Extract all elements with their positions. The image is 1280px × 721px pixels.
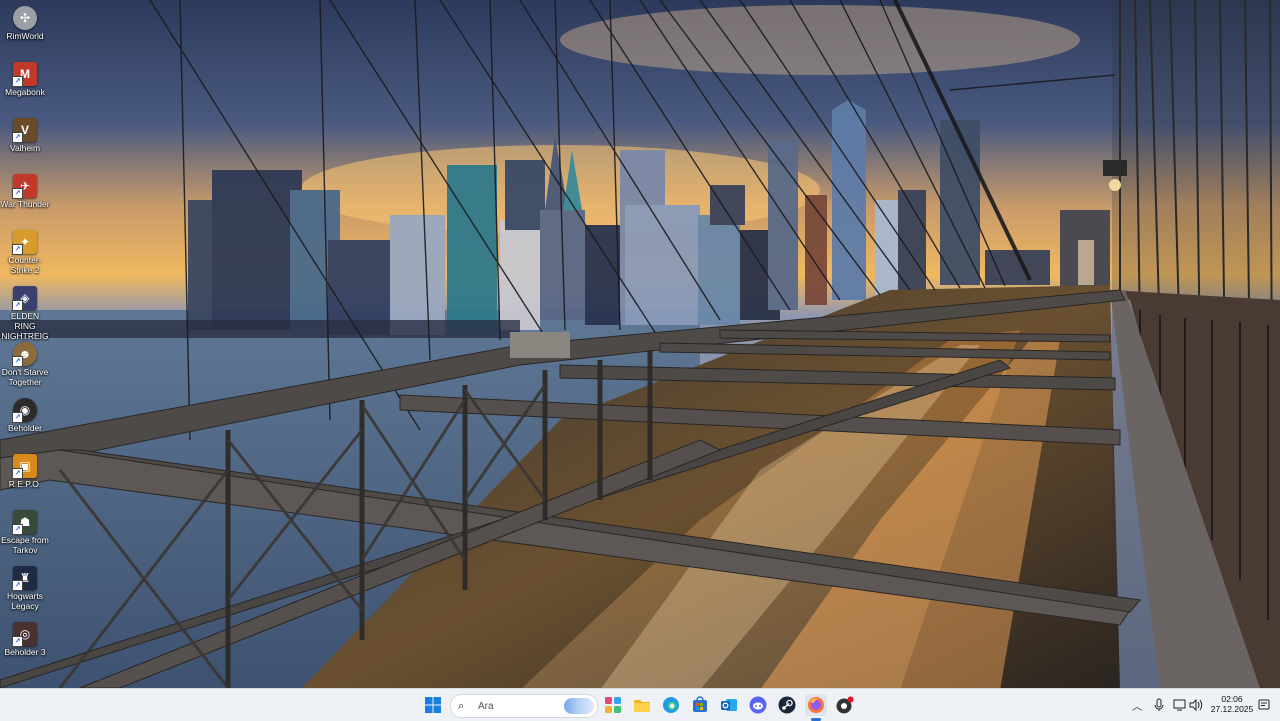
taskbar-app-outlook[interactable] [718,694,740,716]
tray-microphone[interactable] [1154,689,1164,721]
network-icon [1173,699,1186,711]
desktop-shortcut-hogwarts-legacy[interactable]: ♜ ↗ Hogwarts Legacy [0,562,50,611]
desktop-shortcut-label: Counter-Strike 2 [8,255,42,275]
search-icon: ⌕ [458,699,465,712]
taskbar-app-store[interactable] [689,694,711,716]
desktop-shortcut-dont-starve-together[interactable]: ☻ ↗ Don't Starve Together [0,338,50,387]
clock-time: 02:06 [1221,694,1243,704]
rimworld-icon: ✣ [13,6,37,30]
taskbar-app-file-explorer[interactable] [631,694,653,716]
valheim-icon: V ↗ [12,118,37,143]
desktop-shortcut-label: Don't Starve Together [1,367,49,387]
volume-icon [1189,699,1203,711]
desktop-shortcut-megabonk[interactable]: M ↗ Megabonk [0,58,50,97]
desktop-shortcut-beholder[interactable]: ◉ ↗ Beholder [0,394,50,433]
desktop-shortcut-valheim[interactable]: V ↗ Valheim [0,114,50,153]
desktop-shortcut-beholder-3[interactable]: ◎ ↗ Beholder 3 [0,618,50,657]
search-highlight-art [564,698,594,714]
desktop-shortcut-label: Valheim [9,143,41,153]
counter-strike-icon: ✦ ↗ [12,230,37,255]
war-thunder-icon: ✈ ↗ [12,174,37,199]
outlook-icon [721,699,737,711]
taskbar-search-box[interactable]: ⌕ Ara [450,694,598,718]
desktop-shortcut-label: Escape from Tarkov [1,535,49,555]
tray-clock[interactable]: 02:06 27.12.2025 [1208,694,1256,714]
taskbar-app-firefox[interactable] [805,694,827,716]
beholder-icon: ◉ ↗ [12,398,37,423]
taskbar-app-edge[interactable] [660,694,682,716]
taskbar-app-obs[interactable] [834,694,856,716]
tray-volume[interactable] [1189,689,1203,721]
microphone-icon [1154,698,1164,711]
taskbar: ⌕ Ara ︿ 02:06 27.12.2025 [0,688,1280,721]
desktop-shortcut-label: Beholder 3 [4,647,46,657]
desktop-shortcut-war-thunder[interactable]: ✈ ↗ War Thunder [0,170,50,209]
tarkov-icon: ☗ ↗ [12,510,37,535]
desktop-shortcut-repo[interactable]: ▣ ↗ R.E.P.O. [0,450,50,489]
clock-date: 27.12.2025 [1210,704,1254,714]
store-icon [693,696,707,712]
edge-icon [663,697,679,713]
search-placeholder: Ara [478,700,494,712]
tray-overflow-button[interactable]: ︿ [1132,689,1142,721]
hogwarts-icon: ♜ ↗ [12,566,37,591]
start-button[interactable] [422,694,444,716]
megabonk-icon: M ↗ [12,62,37,87]
tray-network[interactable] [1173,689,1187,721]
windows-logo-icon [425,697,441,713]
desktop-shortcut-label: Megabonk [5,87,45,97]
tray-notifications[interactable] [1258,689,1270,721]
beholder3-icon: ◎ ↗ [12,622,37,647]
desktop-wallpaper [0,0,1280,688]
taskbar-app-steam[interactable] [776,694,798,716]
desktop-shortcut-label: War Thunder [0,199,50,209]
desktop-shortcut-label: R.E.P.O. [8,479,42,489]
repo-icon: ▣ ↗ [12,454,37,479]
chevron-up-icon: ︿ [1132,701,1142,713]
file-explorer-icon [634,700,650,712]
discord-icon [749,696,767,714]
desktop-shortcut-rimworld[interactable]: ✣ RimWorld [0,2,50,41]
steam-icon [778,696,796,714]
desktop-shortcut-label: RimWorld [6,31,44,41]
desktop-shortcut-counter-strike-2[interactable]: ✦ ↗ Counter-Strike 2 [0,226,50,275]
dont-starve-icon: ☻ ↗ [12,342,37,367]
widgets-icon [605,697,621,713]
desktop-shortcut-label: Beholder [7,423,43,433]
elden-ring-icon: ◈ ↗ [12,286,37,311]
desktop-shortcut-label: Hogwarts Legacy [7,591,43,611]
taskbar-app-discord[interactable] [747,694,769,716]
taskbar-app-widgets[interactable] [602,694,624,716]
desktop-shortcut-escape-from-tarkov[interactable]: ☗ ↗ Escape from Tarkov [0,506,50,555]
obs-icon [836,696,854,714]
notification-icon [1258,699,1270,710]
firefox-icon [808,697,824,713]
